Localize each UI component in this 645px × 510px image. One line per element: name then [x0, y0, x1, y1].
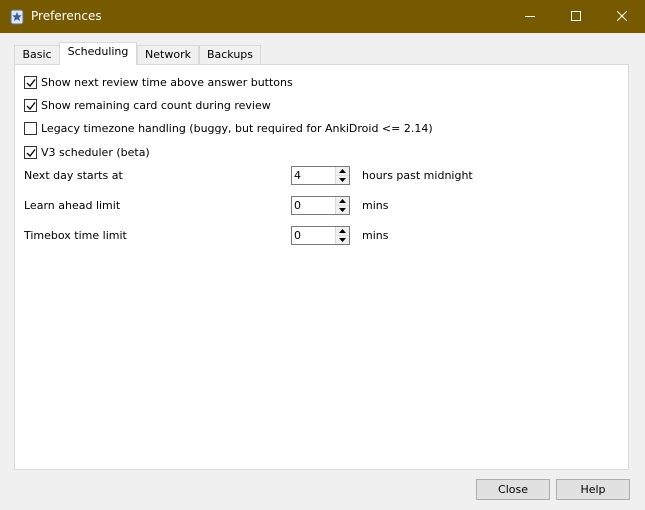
- anki-app-icon: [10, 9, 24, 25]
- checkbox-show-next-review-time[interactable]: [24, 76, 37, 89]
- close-button[interactable]: Close: [476, 479, 550, 500]
- tab-backups[interactable]: Backups: [199, 45, 261, 64]
- checkmark-icon: [26, 149, 36, 158]
- spin-down-button[interactable]: [336, 236, 349, 244]
- tab-scheduling[interactable]: Scheduling: [59, 42, 137, 65]
- label-show-remaining-card-count: Show remaining card count during review: [41, 99, 271, 112]
- learn-ahead-limit-spinbox[interactable]: 0: [291, 196, 350, 215]
- arrow-down-icon: [339, 208, 346, 212]
- spin-up-button[interactable]: [336, 197, 349, 206]
- label-v3-scheduler: V3 scheduler (beta): [41, 146, 150, 159]
- tab-network[interactable]: Network: [137, 45, 199, 64]
- close-window-button[interactable]: [599, 0, 645, 33]
- arrow-up-icon: [339, 169, 346, 173]
- checkmark-icon: [26, 79, 36, 88]
- label-next-day-starts: Next day starts at: [24, 169, 123, 182]
- arrow-up-icon: [339, 199, 346, 203]
- spin-buttons: [335, 227, 349, 244]
- checkmark-icon: [26, 102, 36, 111]
- label-learn-ahead-limit: Learn ahead limit: [24, 199, 121, 212]
- label-legacy-timezone: Legacy timezone handling (buggy, but req…: [41, 122, 433, 135]
- minimize-icon: [525, 16, 535, 17]
- label-show-next-review-time: Show next review time above answer butto…: [41, 76, 293, 89]
- next-day-starts-spinbox[interactable]: 4: [291, 166, 350, 185]
- checkbox-legacy-timezone[interactable]: [24, 122, 37, 135]
- window-title: Preferences: [31, 9, 102, 23]
- spin-up-button[interactable]: [336, 167, 349, 176]
- spin-down-button[interactable]: [336, 206, 349, 214]
- arrow-down-icon: [339, 238, 346, 242]
- label-timebox-time-limit: Timebox time limit: [24, 229, 127, 242]
- help-button[interactable]: Help: [556, 479, 630, 500]
- spin-buttons: [335, 197, 349, 214]
- checkbox-v3-scheduler[interactable]: [24, 146, 37, 159]
- spin-down-button[interactable]: [336, 176, 349, 184]
- title-bar[interactable]: Preferences: [0, 0, 645, 33]
- maximize-button[interactable]: [553, 0, 599, 33]
- next-day-starts-value[interactable]: 4: [294, 168, 301, 183]
- spin-up-button[interactable]: [336, 227, 349, 236]
- suffix-mins: mins: [362, 199, 389, 212]
- suffix-mins: mins: [362, 229, 389, 242]
- preferences-window: Preferences Basic Scheduling Network Bac…: [0, 0, 645, 510]
- timebox-time-limit-value[interactable]: 0: [294, 228, 301, 243]
- timebox-time-limit-spinbox[interactable]: 0: [291, 226, 350, 245]
- checkbox-show-remaining-card-count[interactable]: [24, 99, 37, 112]
- arrow-down-icon: [339, 178, 346, 182]
- tab-basic[interactable]: Basic: [14, 45, 60, 64]
- arrow-up-icon: [339, 229, 346, 233]
- minimize-button[interactable]: [507, 0, 553, 33]
- spin-buttons: [335, 167, 349, 184]
- maximize-icon: [571, 11, 581, 21]
- close-icon: [617, 11, 627, 21]
- suffix-hours-past-midnight: hours past midnight: [362, 169, 473, 182]
- learn-ahead-limit-value[interactable]: 0: [294, 198, 301, 213]
